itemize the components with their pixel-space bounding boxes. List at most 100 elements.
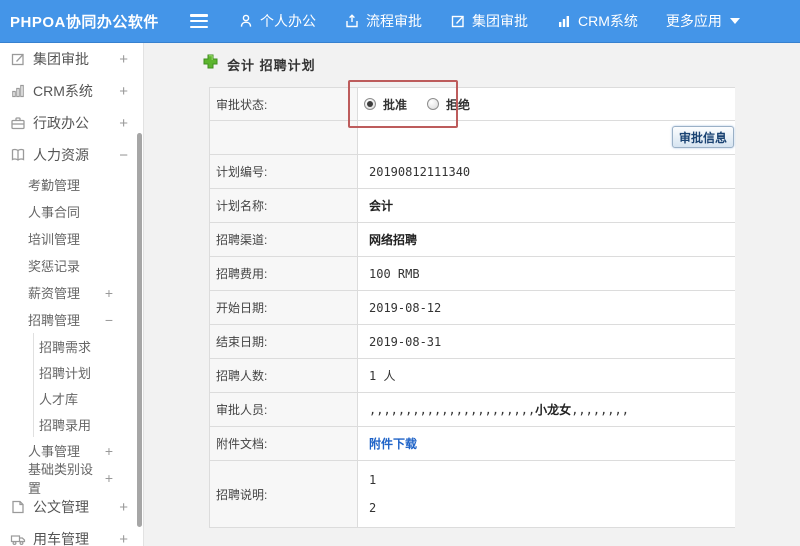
app-logo[interactable]: PHPOA协同办公软件 bbox=[0, 11, 190, 32]
field-value: 100 RMB bbox=[369, 266, 420, 281]
sidebar-item-crm[interactable]: CRM系统 + bbox=[0, 75, 143, 107]
field-value: 20190812111340 bbox=[369, 164, 471, 179]
sidebar-scrollbar[interactable] bbox=[137, 133, 142, 527]
sidebar-item-label: 薪资管理 bbox=[28, 286, 81, 301]
note-line: 1 bbox=[369, 473, 377, 487]
page-title-row: 会计 招聘计划 bbox=[203, 54, 316, 74]
sidebar-item-label: 用车管理 bbox=[33, 531, 89, 546]
sidebar-item-group-approval[interactable]: 集团审批 + bbox=[0, 43, 143, 75]
green-plus-icon bbox=[203, 54, 218, 74]
field-label: 招聘人数: bbox=[210, 359, 358, 392]
document-icon bbox=[10, 499, 26, 515]
edit-square-icon bbox=[10, 51, 26, 67]
field-label-empty bbox=[210, 121, 358, 154]
sidebar: 集团审批 + CRM系统 + 行政办公 + 人力资源 − 考勤管理 人事合同 培… bbox=[0, 43, 144, 546]
truck-icon bbox=[10, 531, 26, 546]
sidebar-item-label: 考勤管理 bbox=[28, 178, 81, 193]
sidebar-item-label: 公文管理 bbox=[33, 499, 89, 515]
app-window: PHPOA协同办公软件 个人办公 流程审批 集团审批 CRM系统 更多应用 集团… bbox=[0, 0, 800, 546]
field-label: 开始日期: bbox=[210, 291, 358, 324]
sidebar-item-label: 招聘管理 bbox=[28, 313, 81, 328]
radio-approve[interactable] bbox=[364, 98, 376, 110]
table-row-plan-name: 计划名称: 会计 bbox=[210, 189, 735, 223]
sidebar-item-label: 人事合同 bbox=[28, 205, 81, 220]
sidebar-item-recruit-plan[interactable]: 招聘计划 bbox=[34, 359, 143, 385]
person-icon bbox=[238, 13, 254, 29]
sidebar-item-human-resources[interactable]: 人力资源 − bbox=[0, 139, 143, 171]
field-label: 计划名称: bbox=[210, 189, 358, 222]
sidebar-item-base-category[interactable]: 基础类别设置 + bbox=[0, 462, 143, 496]
field-value: 附件下载 bbox=[358, 427, 735, 460]
bar-chart-icon bbox=[10, 83, 26, 99]
menu-toggle-icon[interactable] bbox=[190, 14, 208, 28]
flow-export-icon bbox=[344, 13, 360, 29]
caret-down-icon bbox=[729, 18, 740, 24]
expand-plus-icon[interactable]: + bbox=[119, 531, 128, 546]
page-title: 会计 招聘计划 bbox=[227, 57, 316, 73]
main-content: 会计 招聘计划 审批状态: 批准 拒绝 计划编号: 20190812111340… bbox=[144, 43, 800, 546]
table-row-approvers: 审批人员: ,,,,,,,,,,,,,,,,,,,,,,, 小龙女 ,,,,,,… bbox=[210, 393, 735, 427]
bar-chart-icon bbox=[556, 13, 572, 29]
field-label: 附件文档: bbox=[210, 427, 358, 460]
nav-workflow-approval[interactable]: 流程审批 bbox=[344, 11, 422, 31]
top-header: PHPOA协同办公软件 个人办公 流程审批 集团审批 CRM系统 更多应用 bbox=[0, 0, 800, 43]
nav-crm-system[interactable]: CRM系统 bbox=[556, 11, 638, 31]
nav-label: 集团审批 bbox=[472, 13, 528, 29]
attachment-download-link[interactable]: 附件下载 bbox=[369, 435, 417, 452]
nav-label: 流程审批 bbox=[366, 13, 422, 29]
expand-plus-icon[interactable]: + bbox=[105, 470, 113, 486]
field-value: 1 人 bbox=[369, 369, 396, 383]
field-label: 招聘说明: bbox=[210, 461, 358, 527]
table-row-end-date: 结束日期: 2019-08-31 bbox=[210, 325, 735, 359]
sidebar-item-rewards-records[interactable]: 奖惩记录 bbox=[0, 252, 143, 279]
sidebar-item-training[interactable]: 培训管理 bbox=[0, 225, 143, 252]
book-icon bbox=[10, 147, 26, 163]
sidebar-item-salary[interactable]: 薪资管理 + bbox=[0, 279, 143, 306]
table-row-note: 招聘说明: 1 2 bbox=[210, 461, 735, 528]
approvers-suffix: ,,,,,,,, bbox=[571, 402, 629, 417]
expand-plus-icon[interactable]: + bbox=[119, 499, 128, 516]
sidebar-item-talent-pool[interactable]: 人才库 bbox=[34, 385, 143, 411]
sidebar-item-admin-office[interactable]: 行政办公 + bbox=[0, 107, 143, 139]
field-label: 审批人员: bbox=[210, 393, 358, 426]
table-row-channel: 招聘渠道: 网络招聘 bbox=[210, 223, 735, 257]
field-value: 2019-08-31 bbox=[369, 334, 442, 349]
expand-plus-icon[interactable]: + bbox=[119, 83, 128, 100]
nav-personal-office[interactable]: 个人办公 bbox=[238, 11, 316, 31]
radio-reject[interactable] bbox=[427, 98, 440, 110]
field-value: 2019-08-12 bbox=[369, 300, 442, 315]
expand-plus-icon[interactable]: + bbox=[119, 51, 128, 68]
field-value: 1 2 bbox=[358, 461, 735, 527]
sidebar-item-hr-contract[interactable]: 人事合同 bbox=[0, 198, 143, 225]
table-row-action bbox=[210, 121, 735, 155]
sidebar-item-attendance[interactable]: 考勤管理 bbox=[0, 171, 143, 198]
table-row-cost: 招聘费用: 100 RMB bbox=[210, 257, 735, 291]
sidebar-item-recruit-demand[interactable]: 招聘需求 bbox=[34, 333, 143, 359]
expand-plus-icon[interactable]: + bbox=[119, 115, 128, 132]
table-row-attachment: 附件文档: 附件下载 bbox=[210, 427, 735, 461]
nav-group-approval[interactable]: 集团审批 bbox=[450, 11, 528, 31]
field-label: 审批状态: bbox=[210, 88, 358, 120]
briefcase-icon bbox=[10, 115, 26, 131]
expand-plus-icon[interactable]: + bbox=[105, 285, 113, 301]
radio-reject-label[interactable]: 拒绝 bbox=[446, 96, 470, 113]
field-label: 计划编号: bbox=[210, 155, 358, 188]
table-row-status: 审批状态: 批准 拒绝 bbox=[210, 88, 735, 121]
sidebar-item-recruitment[interactable]: 招聘管理 − bbox=[0, 306, 143, 333]
recruitment-submenu: 招聘需求 招聘计划 人才库 招聘录用 bbox=[33, 333, 143, 437]
field-label: 结束日期: bbox=[210, 325, 358, 358]
sidebar-item-recruit-hire[interactable]: 招聘录用 bbox=[34, 411, 143, 437]
collapse-minus-icon[interactable]: − bbox=[105, 312, 113, 328]
approve-info-button[interactable]: 审批信息 bbox=[672, 126, 734, 148]
nav-more-apps[interactable]: 更多应用 bbox=[666, 11, 740, 31]
nav-label: 个人办公 bbox=[260, 13, 316, 29]
sidebar-item-vehicle[interactable]: 用车管理 + bbox=[0, 523, 143, 546]
collapse-minus-icon[interactable]: − bbox=[119, 147, 128, 164]
radio-approve-label[interactable]: 批准 bbox=[383, 96, 407, 113]
expand-plus-icon[interactable]: + bbox=[105, 443, 113, 459]
sidebar-item-label: 招聘需求 bbox=[39, 339, 92, 355]
table-row-plan-number: 计划编号: 20190812111340 bbox=[210, 155, 735, 189]
field-label: 招聘费用: bbox=[210, 257, 358, 290]
sidebar-item-label: 人才库 bbox=[39, 391, 79, 407]
sidebar-item-label: CRM系统 bbox=[33, 83, 93, 99]
